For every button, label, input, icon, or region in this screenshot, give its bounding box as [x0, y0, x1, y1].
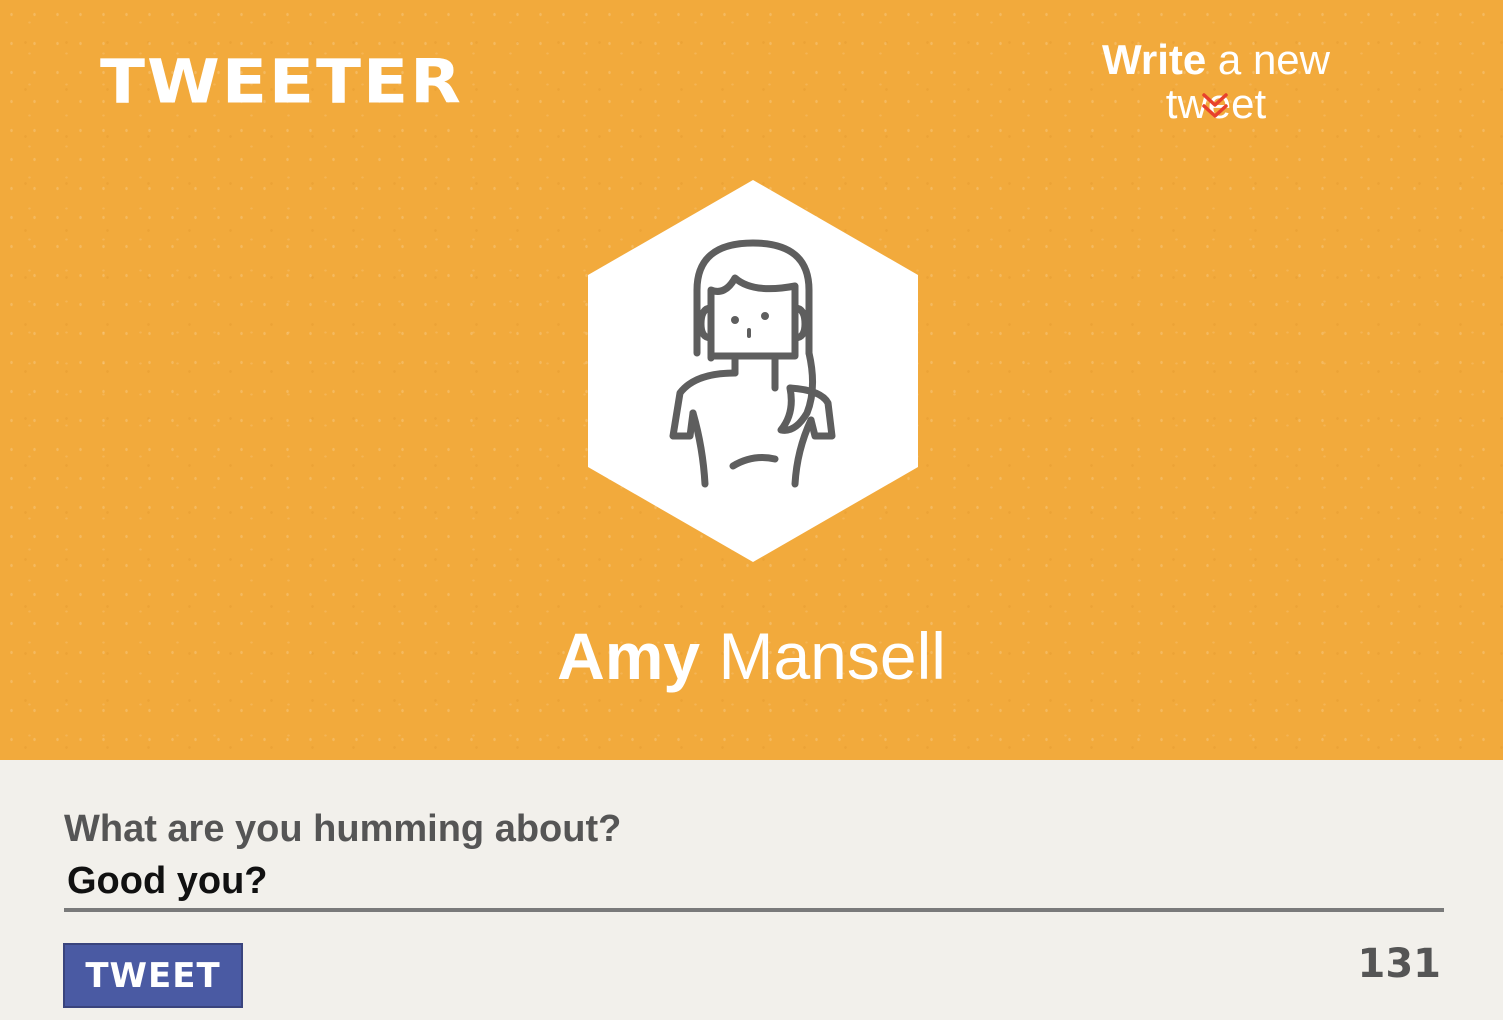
tweet-input[interactable] [64, 854, 1444, 912]
user-avatar-icon [588, 180, 918, 562]
user-full-name: Amy Mansell [0, 620, 1503, 693]
tweet-button[interactable]: TWEET [63, 943, 243, 1008]
page: TWEETER Write a new tweet Amy Mansell Wh… [0, 0, 1503, 1020]
user-last-name: Mansell [700, 619, 946, 693]
character-counter: 131 [1357, 941, 1442, 987]
app-logo[interactable]: TWEETER [100, 52, 463, 113]
composer-label: What are you humming about? [64, 808, 622, 850]
profile-header: TWEETER Write a new tweet Amy Mansell [0, 0, 1503, 760]
write-link-strong: Write [1102, 36, 1207, 83]
avatar [585, 178, 921, 564]
double-chevron-down-icon[interactable] [1200, 92, 1230, 122]
user-first-name: Amy [557, 619, 701, 693]
